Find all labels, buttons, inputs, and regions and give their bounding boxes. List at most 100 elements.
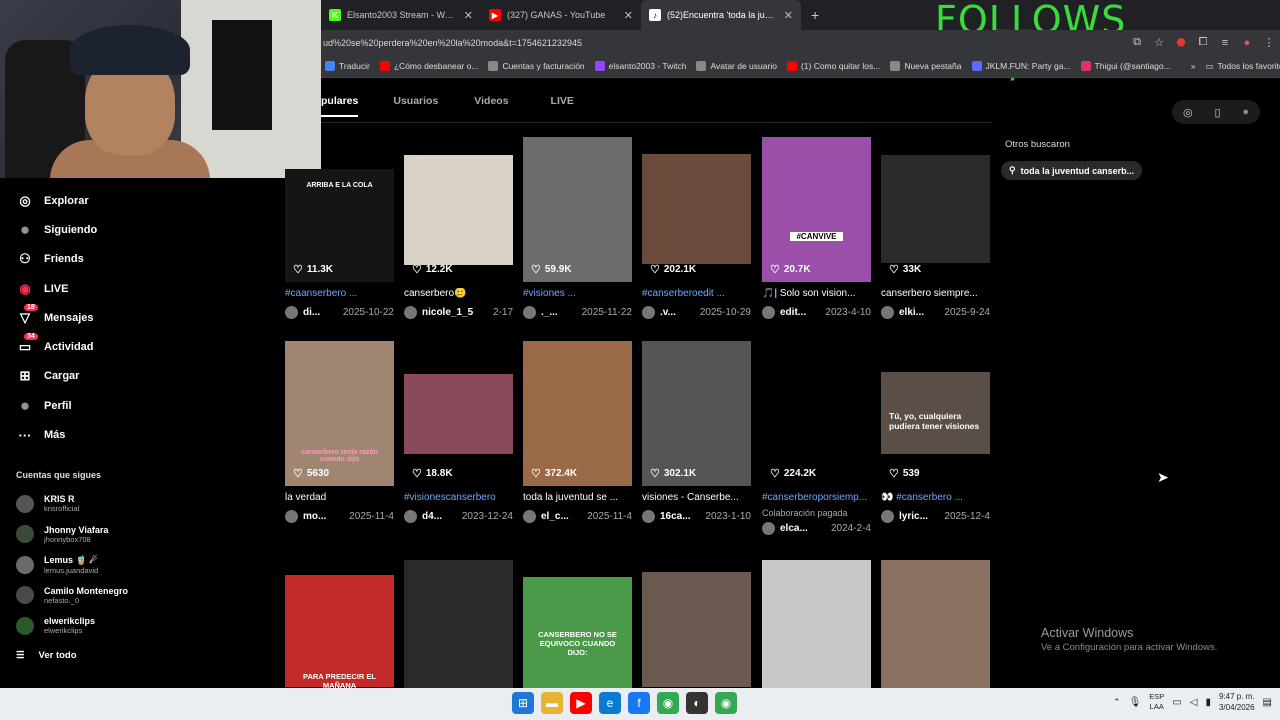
video-card[interactable]: ♡ 33K canserbero siempre... elki... 2025-9-2…	[881, 137, 990, 319]
youtube-icon[interactable]: ▶	[570, 692, 592, 714]
bookmark-item[interactable]: Traducir	[325, 61, 370, 71]
video-caption[interactable]: toda la juventud se ...	[523, 492, 632, 506]
tab-live[interactable]: LIVE	[551, 95, 574, 117]
edge-icon[interactable]: e	[599, 692, 621, 714]
video-thumbnail[interactable]: ♡ 202.1K	[642, 137, 751, 282]
video-card[interactable]: ARRIBA E LA COLA ♡ 11.3K #caanserbero ... di…	[285, 137, 394, 319]
windows-start-icon[interactable]: ⊞	[512, 692, 534, 714]
author-avatar[interactable]	[762, 522, 775, 535]
language-indicator[interactable]: ESP LAA	[1149, 692, 1164, 712]
video-thumbnail[interactable]: ♡ 18.8K	[404, 341, 513, 486]
video-card[interactable]	[881, 560, 990, 688]
tab-close-icon[interactable]: ✕	[624, 9, 633, 22]
video-caption[interactable]: #visiones ...	[523, 288, 632, 302]
following-account[interactable]: elwerikclips elwerikclips	[16, 616, 95, 635]
media-control-icon[interactable]: ≡	[1214, 37, 1236, 49]
new-tab-button[interactable]: +	[801, 7, 829, 23]
video-caption[interactable]: 👀 #canserbero ...	[881, 492, 990, 506]
video-card[interactable]	[762, 560, 871, 688]
author-name[interactable]: d4...	[422, 511, 442, 522]
bookmark-item[interactable]: Cuentas y facturación	[488, 61, 585, 71]
author-name[interactable]: di...	[303, 307, 320, 318]
author-avatar[interactable]	[881, 306, 894, 319]
video-card[interactable]: ♡ 302.1K visiones - Canserbe... 16ca... 2023…	[642, 341, 751, 523]
author-name[interactable]: .v...	[660, 307, 676, 318]
following-account[interactable]: Jhonny Viafara jhonnybox708	[16, 525, 108, 544]
profile-avatar-icon[interactable]: ●	[1236, 37, 1258, 49]
video-card[interactable]: ♡ 372.4K toda la juventud se ... el_c... 202…	[523, 341, 632, 523]
microphone-icon[interactable]: 🎙	[1129, 697, 1142, 708]
compass-icon[interactable]: ◎	[1183, 106, 1193, 119]
author-name[interactable]: elki...	[899, 307, 924, 318]
video-thumbnail[interactable]: #CANVIVE ♡ 20.7K	[762, 137, 871, 282]
author-name[interactable]: mo...	[303, 511, 326, 522]
author-avatar[interactable]	[285, 510, 298, 523]
see-all-following-link[interactable]: ☰ Ver todo	[16, 650, 77, 661]
system-clock[interactable]: 9:47 p. m. 3/04/2026	[1219, 691, 1255, 713]
chrome-icon[interactable]: ◉	[657, 692, 679, 714]
sidebar-item-actividad[interactable]: ▭ 34 Actividad	[0, 332, 150, 361]
author-avatar[interactable]	[285, 306, 298, 319]
tab-close-icon[interactable]: ✕	[464, 9, 473, 22]
video-thumbnail[interactable]	[881, 560, 990, 688]
video-card[interactable]	[642, 560, 751, 688]
url-field[interactable]: ud%20se%20perdera%20en%20la%20moda&t=175…	[321, 38, 1126, 48]
video-card[interactable]: CANSERBERO NO SE EQUIVOCO CUANDO DIJO:	[523, 560, 632, 688]
bookmark-star-icon[interactable]: ☆	[1148, 36, 1170, 49]
video-caption[interactable]: #visionescanserbero	[404, 492, 513, 506]
sidebar-item-mensajes[interactable]: ▽ 18 Mensajes	[0, 303, 150, 332]
video-thumbnail[interactable]	[404, 560, 513, 688]
video-caption[interactable]: visiones - Canserbe...	[642, 492, 751, 506]
tab-close-icon[interactable]: ✕	[784, 9, 793, 22]
author-avatar[interactable]	[404, 306, 417, 319]
user-avatar-icon[interactable]: ●	[1242, 106, 1249, 118]
author-avatar[interactable]	[881, 510, 894, 523]
sidebar-item-friends[interactable]: ⚇ Friends	[0, 245, 150, 274]
video-card[interactable]: PARA PREDECIR EL MAÑANA	[285, 560, 394, 688]
sidebar-item-siguiendo[interactable]: ● Siguiendo	[0, 215, 150, 244]
author-avatar[interactable]	[404, 510, 417, 523]
video-thumbnail[interactable]: ♡ 302.1K	[642, 341, 751, 486]
facebook-icon[interactable]: f	[628, 692, 650, 714]
video-thumbnail[interactable]: CANSERBERO NO SE EQUIVOCO CUANDO DIJO:	[523, 560, 632, 688]
video-card[interactable]: ♡ 202.1K #canserberoedit ... .v... 2025-10-2…	[642, 137, 751, 319]
author-name[interactable]: 16ca...	[660, 511, 691, 522]
video-card[interactable]: ♡ 59.9K #visiones ... ._... 2025-11-22	[523, 137, 632, 319]
author-avatar[interactable]	[642, 306, 655, 319]
video-thumbnail[interactable]	[642, 560, 751, 688]
adblock-extension-icon[interactable]: ⬣	[1170, 36, 1192, 49]
video-thumbnail[interactable]: ♡ 59.9K	[523, 137, 632, 282]
bookmarks-more-button[interactable]: »	[1191, 61, 1196, 71]
file-explorer-icon[interactable]: ▬	[541, 692, 563, 714]
volume-icon[interactable]: ◁	[1190, 697, 1198, 708]
suggested-search-chip[interactable]: ⚲ toda la juventud canserb...	[1001, 161, 1143, 180]
network-icon[interactable]: ▭	[1172, 697, 1181, 708]
author-avatar[interactable]	[642, 510, 655, 523]
video-thumbnail[interactable]: PARA PREDECIR EL MAÑANA	[285, 560, 394, 688]
author-name[interactable]: edit...	[780, 307, 806, 318]
obs-icon[interactable]: ◐	[686, 692, 708, 714]
author-avatar[interactable]	[523, 510, 536, 523]
browser-menu-icon[interactable]: ⋮	[1258, 36, 1280, 49]
video-caption[interactable]: #caanserbero ...	[285, 288, 394, 302]
author-name[interactable]: ._...	[541, 307, 558, 318]
video-caption[interactable]: 🎵| Solo son vision...	[762, 288, 871, 302]
tab-usuarios[interactable]: Usuarios	[393, 95, 438, 117]
extensions-icon[interactable]: ⧠	[1192, 36, 1214, 49]
bookmark-item[interactable]: (1) Como quitar los...	[786, 61, 880, 71]
video-thumbnail[interactable]	[762, 560, 871, 688]
browser-tab[interactable]: ♪ (52)Encuentra 'toda la juventud ✕	[641, 0, 801, 30]
sidebar-item-cargar[interactable]: ⊞ Cargar	[0, 362, 150, 391]
author-name[interactable]: elca...	[780, 523, 808, 534]
video-card[interactable]: ♡ 12.2K canserbero🥲 nicole_1_5 2-17	[404, 137, 513, 319]
video-card[interactable]: ♡ 224.2K #canserberoporsiemp... Colaboració…	[762, 341, 871, 535]
bookmark-item[interactable]: Avatar de usuario	[696, 61, 777, 71]
sidebar-item-explorar[interactable]: ◎ Explorar	[0, 186, 150, 215]
following-account[interactable]: Camilo Montenegro nefasto._0	[16, 586, 128, 605]
bookmark-item[interactable]: Thigui (@santiago...	[1080, 61, 1171, 71]
author-avatar[interactable]	[762, 306, 775, 319]
video-caption[interactable]: canserbero siempre...	[881, 288, 990, 302]
video-thumbnail[interactable]: canserbero tenía razón cuando dijo ♡ 5630	[285, 341, 394, 486]
video-caption[interactable]: #canserberoporsiemp...	[762, 492, 871, 506]
video-thumbnail[interactable]: ♡ 224.2K	[762, 341, 871, 486]
